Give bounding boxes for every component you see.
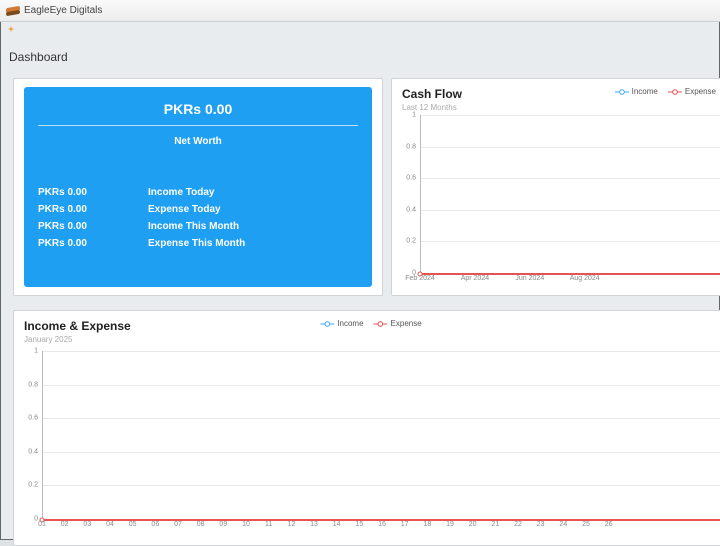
x-tick: 26 [605,521,613,528]
summary-row: PKRs 0.00Income This Month [38,221,358,232]
cash-flow-xaxis: Feb 2024Apr 2024Jun 2024Aug 2024 [420,275,720,287]
x-tick: 14 [333,521,341,528]
x-tick: 15 [355,521,363,528]
y-tick: 0.2 [22,482,38,489]
net-worth-label: Net Worth [38,136,358,147]
workspace: Dashboard PKRs 0.00 Net Worth PKRs 0.00I… [0,22,720,540]
x-tick: 07 [174,521,182,528]
x-tick: 01 [38,521,46,528]
income-expense-subtitle: January 2025 [24,335,718,344]
summary-value: PKRs 0.00 [38,238,148,249]
summary-row: PKRs 0.00Expense Today [38,204,358,215]
income-expense-xaxis: 0102030405060708091011121314151617181920… [42,521,720,533]
panel-cash-flow: Cash Flow Last 12 Months Income Expense … [391,78,720,296]
y-tick: 0.4 [22,448,38,455]
summary-rows: PKRs 0.00Income TodayPKRs 0.00Expense To… [38,187,358,249]
summary-label: Income Today [148,187,358,198]
legend-label: Income [632,87,658,96]
x-tick: 16 [378,521,386,528]
summary-label: Income This Month [148,221,358,232]
x-tick: 21 [491,521,499,528]
x-tick: 04 [106,521,114,528]
legend-item-income: Income [320,319,363,328]
title-bar: EagleEye Digitals [0,0,720,22]
x-tick: 02 [61,521,69,528]
x-tick: 22 [514,521,522,528]
panel-income-expense: Income & Expense January 2025 Income Exp… [13,310,720,546]
y-tick: 0.8 [22,381,38,388]
cash-flow-subtitle: Last 12 Months [402,103,718,112]
x-tick: 06 [151,521,159,528]
x-tick: Feb 2024 [405,275,435,282]
y-tick: 1 [400,112,416,119]
panel-net-worth: PKRs 0.00 Net Worth PKRs 0.00Income Toda… [13,78,383,296]
x-tick: 10 [242,521,250,528]
y-tick: 0.6 [400,175,416,182]
divider [38,125,358,126]
x-tick: Apr 2024 [461,275,489,282]
y-tick: 0.4 [400,206,416,213]
x-tick: 08 [197,521,205,528]
x-tick: Aug 2024 [570,275,600,282]
cash-flow-legend: Income Expense [615,87,716,96]
summary-value: PKRs 0.00 [38,221,148,232]
x-tick: 23 [537,521,545,528]
x-tick: 03 [83,521,91,528]
y-tick: 1 [22,348,38,355]
x-tick: 18 [423,521,431,528]
page-title: Dashboard [9,50,68,64]
net-worth-amount: PKRs 0.00 [38,101,358,117]
x-tick: 24 [559,521,567,528]
summary-value: PKRs 0.00 [38,204,148,215]
x-tick: 25 [582,521,590,528]
x-tick: Jun 2024 [515,275,544,282]
y-tick: 0.6 [22,415,38,422]
cash-flow-chart: 00.20.40.60.81 [420,115,720,273]
brand-name: EagleEye Digitals [24,5,102,16]
legend-label: Income [337,319,363,328]
net-worth-tile: PKRs 0.00 Net Worth PKRs 0.00Income Toda… [24,87,372,287]
summary-value: PKRs 0.00 [38,187,148,198]
legend-label: Expense [391,319,422,328]
income-expense-chart: 00.20.40.60.81 [42,351,720,519]
summary-row: PKRs 0.00Income Today [38,187,358,198]
x-tick: 12 [287,521,295,528]
y-tick: 0 [22,516,38,523]
summary-row: PKRs 0.00Expense This Month [38,238,358,249]
x-tick: 17 [401,521,409,528]
refresh-icon[interactable] [7,25,15,33]
x-tick: 20 [469,521,477,528]
y-tick: 0.2 [400,238,416,245]
y-tick: 0.8 [400,143,416,150]
income-expense-legend: Income Expense [320,319,421,328]
summary-label: Expense Today [148,204,358,215]
x-tick: 19 [446,521,454,528]
brand-logo-icon [6,6,20,16]
legend-item-income: Income [615,87,658,96]
x-tick: 13 [310,521,318,528]
x-tick: 05 [129,521,137,528]
legend-label: Expense [685,87,716,96]
legend-item-expense: Expense [668,87,716,96]
x-tick: 11 [265,521,272,528]
legend-item-expense: Expense [374,319,422,328]
summary-label: Expense This Month [148,238,358,249]
x-tick: 09 [219,521,227,528]
